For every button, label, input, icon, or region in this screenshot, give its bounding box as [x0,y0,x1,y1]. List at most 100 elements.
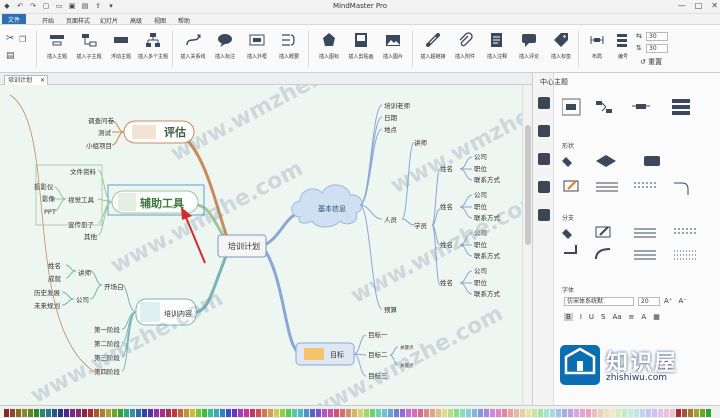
color-swatch[interactable] [556,409,561,417]
color-swatch[interactable] [364,409,369,417]
strikethrough-icon[interactable]: S [601,313,605,321]
branch-style-button[interactable] [564,245,577,254]
color-swatch[interactable] [430,409,435,417]
color-swatch[interactable] [154,409,159,417]
color-swatch[interactable] [28,409,33,417]
people-trainees[interactable]: 学员 [414,221,428,230]
color-swatch[interactable] [262,409,267,417]
color-swatch[interactable] [400,409,405,417]
branch-curve-button[interactable] [595,248,611,260]
color-swatch[interactable] [58,409,63,417]
node-goals[interactable]: 目标 [330,350,344,359]
color-swatch[interactable] [478,409,483,417]
minimize-button[interactable]: — [678,1,686,10]
color-swatch[interactable] [232,409,237,417]
basic-item-teacher[interactable]: 培训老师 [384,101,411,110]
color-swatch[interactable] [274,409,279,417]
color-swatch[interactable] [418,409,423,417]
document-tab[interactable]: 培训计划 ✕ [4,75,48,85]
scrollbar-thumb[interactable] [525,125,531,245]
color-swatch[interactable] [388,409,393,417]
line-dash-button[interactable] [634,182,656,188]
color-swatch[interactable] [136,409,141,417]
color-swatch[interactable] [148,409,153,417]
text-case-icon[interactable]: Aa [612,313,621,321]
color-swatch[interactable] [436,409,441,417]
color-swatch[interactable] [700,409,705,417]
color-swatch[interactable] [562,409,567,417]
maximize-button[interactable]: □ [695,1,703,10]
color-swatch[interactable] [382,409,387,417]
color-swatch[interactable] [460,409,465,417]
color-swatch[interactable] [40,409,45,417]
color-swatch[interactable] [634,409,639,417]
trainee-1-name[interactable]: 姓名 [440,164,453,173]
goal-1[interactable]: 目标一 [368,330,388,339]
insert-note-button[interactable]: 插入注释 [482,29,512,69]
insert-callout-button[interactable]: 插入标注 [210,29,240,69]
color-swatch[interactable] [202,409,207,417]
color-swatch[interactable] [124,409,129,417]
content-item-stage1[interactable]: 第一阶段 [94,325,121,334]
insert-icon-button[interactable]: 插入图标 [314,29,344,69]
color-swatch[interactable] [346,409,351,417]
branch-border-button[interactable] [595,226,611,238]
font-color-icon[interactable]: A [641,313,646,321]
color-swatch[interactable] [532,409,537,417]
color-swatch[interactable] [412,409,417,417]
lecturer-sub-name[interactable]: 姓名 [48,261,61,270]
insert-picture-button[interactable]: 插入图片 [378,29,408,69]
insert-tag-button[interactable]: 插入标签 [546,29,576,69]
color-swatch[interactable] [586,409,591,417]
content-item-stage2[interactable]: 第二阶段 [94,339,121,348]
color-swatch[interactable] [322,409,327,417]
color-swatch[interactable] [550,409,555,417]
numbering-button[interactable]: 编号 [608,29,638,69]
color-swatch[interactable] [526,409,531,417]
color-swatch[interactable] [328,409,333,417]
visual-sub-video[interactable]: 影像 [42,194,56,203]
format-painter-icon[interactable]: ✂ [6,33,14,44]
color-swatch[interactable] [508,409,513,417]
insert-hyperlink-button[interactable]: 插入超链接 [418,29,448,69]
color-swatch[interactable] [688,409,693,417]
color-swatch[interactable] [298,409,303,417]
trainee-1-position[interactable]: 职位 [474,164,488,173]
trainee-1-contact[interactable]: 联系方式 [474,175,501,184]
trainee-4-contact[interactable]: 联系方式 [474,289,501,298]
goal2-sub-2[interactable]: 关键点 [400,362,414,369]
node-content[interactable]: 培训内容 [164,309,192,318]
mindmap-canvas[interactable]: 评估 调查问卷 测试 小组项目 辅助工具 文件资料 视觉工具 宣传册子 其他 投… [0,85,522,405]
trainee-4-position[interactable]: 职位 [474,278,488,287]
color-swatch[interactable] [520,409,525,417]
color-swatch[interactable] [46,409,51,417]
color-swatch[interactable] [340,409,345,417]
color-swatch[interactable] [592,409,597,417]
task-panel-icon[interactable] [538,209,550,221]
color-swatch[interactable] [34,409,39,417]
color-swatch[interactable] [280,409,285,417]
color-swatch[interactable] [502,409,507,417]
evaluate-item-2[interactable]: 测试 [98,128,112,137]
color-swatch[interactable] [406,409,411,417]
clipart-panel-icon[interactable] [538,181,550,193]
font-shrink-icon[interactable]: A⁻ [678,297,686,305]
node-tools[interactable]: 辅助工具 [140,196,184,210]
color-swatch[interactable] [166,409,171,417]
node-basic[interactable]: 基本信息 [318,204,346,213]
goal-3[interactable]: 目标三 [368,371,388,380]
center-topic[interactable]: 培训计划 [228,241,260,251]
branch-fill-button[interactable] [562,229,572,239]
node-evaluate[interactable]: 评估 [164,125,186,139]
trainee-2-contact[interactable]: 联系方式 [474,213,501,222]
color-swatch[interactable] [286,409,291,417]
layout-option-4[interactable] [672,99,690,115]
color-swatch[interactable] [670,409,675,417]
trainee-2-name[interactable]: 姓名 [440,202,453,211]
color-swatch[interactable] [622,409,627,417]
shape-diamond-button[interactable] [596,155,616,167]
color-swatch[interactable] [112,409,117,417]
color-swatch[interactable] [142,409,147,417]
color-swatch[interactable] [490,409,495,417]
copy-icon[interactable]: ❐ [19,35,26,44]
